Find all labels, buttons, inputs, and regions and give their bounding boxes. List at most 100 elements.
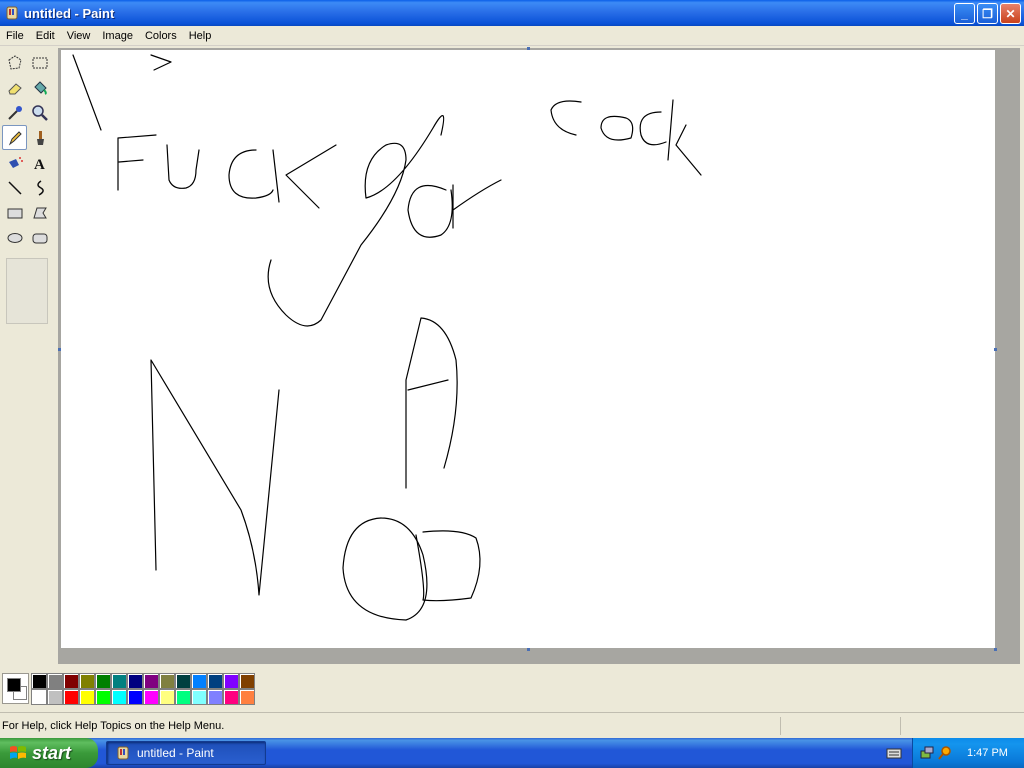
- keyboard-icon[interactable]: [886, 746, 902, 760]
- restore-button[interactable]: ❐: [977, 3, 998, 24]
- menu-image[interactable]: Image: [96, 27, 139, 45]
- drawing-canvas[interactable]: [58, 47, 997, 651]
- palette-swatch[interactable]: [159, 673, 175, 689]
- stroke-letter-f: [117, 134, 157, 191]
- menu-colors[interactable]: Colors: [139, 27, 183, 45]
- rectangle-tool[interactable]: [2, 200, 27, 225]
- taskbar-item-paint[interactable]: untitled - Paint: [106, 741, 266, 765]
- magnifier-icon: [31, 104, 48, 121]
- rounded-rectangle-icon: [32, 233, 47, 243]
- resize-handle-top[interactable]: [527, 47, 530, 50]
- palette-swatch[interactable]: [223, 673, 239, 689]
- rectangle-icon: [7, 208, 22, 218]
- palette-swatch[interactable]: [95, 689, 111, 705]
- palette-swatch[interactable]: [207, 673, 223, 689]
- rounded-rectangle-tool[interactable]: [27, 225, 52, 250]
- line-icon: [7, 180, 22, 195]
- ellipse-icon: [7, 232, 22, 243]
- resize-handle-corner[interactable]: [994, 648, 997, 651]
- paint-task-icon: [117, 746, 129, 760]
- system-tray: 1:47 PM: [912, 738, 1024, 768]
- start-button[interactable]: start: [0, 738, 98, 768]
- stroke-letter-n: [150, 359, 280, 596]
- search-icon[interactable]: [937, 745, 953, 761]
- paint-app-icon: [6, 6, 18, 20]
- eyedropper-icon: [7, 105, 22, 120]
- menu-file[interactable]: File: [0, 27, 30, 45]
- stroke-word-cock: [550, 99, 702, 176]
- palette-swatch[interactable]: [239, 689, 255, 705]
- palette-swatch[interactable]: [143, 689, 159, 705]
- palette-swatches: [31, 673, 255, 705]
- minimize-button[interactable]: _: [954, 3, 975, 24]
- palette-swatch[interactable]: [31, 689, 47, 705]
- palette-swatch[interactable]: [111, 689, 127, 705]
- window-controls: _ ❐ ✕: [954, 3, 1021, 24]
- palette-swatch[interactable]: [175, 689, 191, 705]
- palette-swatch[interactable]: [207, 689, 223, 705]
- status-bar: For Help, click Help Topics on the Help …: [0, 712, 1024, 738]
- magnifier-tool[interactable]: [27, 100, 52, 125]
- pick-color-tool[interactable]: [2, 100, 27, 125]
- stroke-line-topleft: [72, 54, 102, 131]
- palette-swatch[interactable]: [191, 689, 207, 705]
- stroke-letter-a: [405, 317, 458, 489]
- resize-handle-right[interactable]: [994, 348, 997, 351]
- palette-swatch[interactable]: [223, 689, 239, 705]
- palette-swatch[interactable]: [47, 673, 63, 689]
- current-colors[interactable]: [2, 673, 29, 704]
- menu-view[interactable]: View: [61, 27, 97, 45]
- palette-swatch[interactable]: [63, 673, 79, 689]
- resize-handle-bottom[interactable]: [527, 648, 530, 651]
- main-area: A: [0, 46, 1024, 666]
- curve-tool[interactable]: [27, 175, 52, 200]
- menu-bar: File Edit View Image Colors Help: [0, 26, 1024, 46]
- polygon-tool[interactable]: [27, 200, 52, 225]
- line-tool[interactable]: [2, 175, 27, 200]
- resize-handle-left[interactable]: [58, 348, 61, 351]
- palette-swatch[interactable]: [79, 689, 95, 705]
- airbrush-tool[interactable]: [2, 150, 27, 175]
- stroke-letter-y: [267, 115, 445, 327]
- palette-swatch[interactable]: [175, 673, 191, 689]
- palette-swatch[interactable]: [127, 689, 143, 705]
- fill-with-color-tool[interactable]: [27, 75, 52, 100]
- close-button[interactable]: ✕: [1000, 3, 1021, 24]
- free-form-select-tool[interactable]: [2, 50, 27, 75]
- select-tool[interactable]: [27, 50, 52, 75]
- foreground-color-swatch[interactable]: [7, 678, 21, 692]
- canvas-workspace: [58, 47, 1020, 664]
- airbrush-icon: [8, 156, 23, 168]
- window-title: untitled - Paint: [24, 5, 115, 21]
- paint-bucket-icon: [33, 80, 47, 95]
- palette-swatch[interactable]: [191, 673, 207, 689]
- palette-swatch[interactable]: [63, 689, 79, 705]
- stroke-letter-c: [228, 149, 274, 199]
- task-label: untitled - Paint: [137, 746, 214, 760]
- ellipse-tool[interactable]: [2, 225, 27, 250]
- start-label: start: [32, 742, 72, 763]
- palette-swatch[interactable]: [95, 673, 111, 689]
- palette-swatch[interactable]: [79, 673, 95, 689]
- palette-swatch[interactable]: [127, 673, 143, 689]
- eraser-tool[interactable]: [2, 75, 27, 100]
- pencil-tool[interactable]: [2, 125, 27, 150]
- palette-swatch[interactable]: [159, 689, 175, 705]
- clock: 1:47 PM: [967, 747, 1008, 759]
- network-icon[interactable]: [919, 745, 935, 761]
- palette-swatch[interactable]: [143, 673, 159, 689]
- menu-help[interactable]: Help: [183, 27, 218, 45]
- status-cell-position: [780, 716, 900, 735]
- menu-edit[interactable]: Edit: [30, 27, 61, 45]
- palette-swatch[interactable]: [47, 689, 63, 705]
- title-bar[interactable]: untitled - Paint _ ❐ ✕: [0, 0, 1024, 26]
- palette-swatch[interactable]: [111, 673, 127, 689]
- brush-tool[interactable]: [27, 125, 52, 150]
- brush-icon: [36, 130, 44, 145]
- stroke-letter-u-small: [452, 179, 502, 229]
- palette-swatch[interactable]: [239, 673, 255, 689]
- palette-swatch[interactable]: [31, 673, 47, 689]
- text-tool[interactable]: A: [27, 150, 52, 175]
- tool-options-box[interactable]: [6, 258, 48, 324]
- color-palette: [0, 666, 1024, 712]
